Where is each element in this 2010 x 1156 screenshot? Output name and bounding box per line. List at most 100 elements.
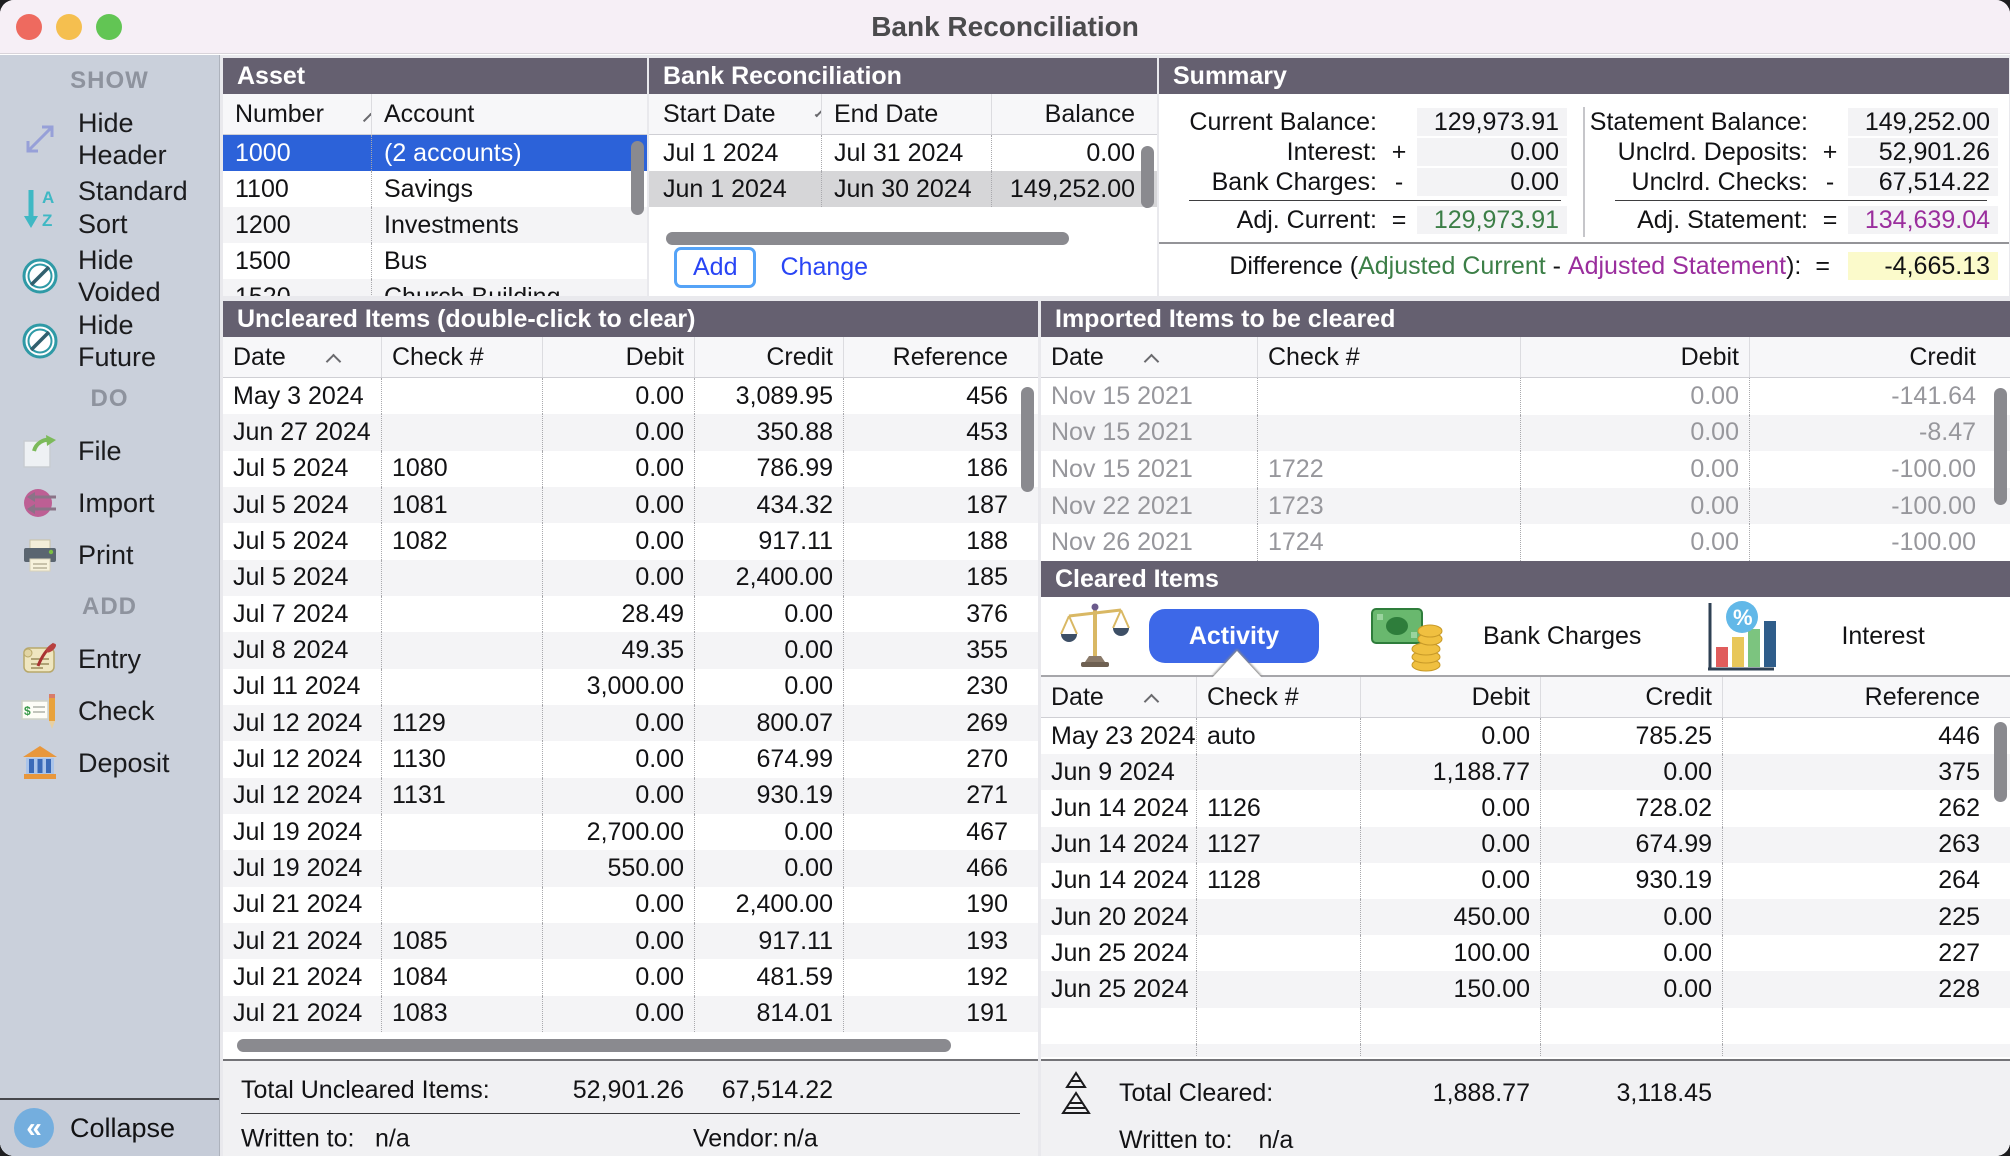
cleared-row[interactable]: Jun 9 20241,188.770.00375 bbox=[1041, 754, 2010, 790]
column-header-credit[interactable]: Credit bbox=[694, 337, 843, 377]
cleared-scrollbar-thumb[interactable] bbox=[1994, 722, 2007, 802]
uncleared-row[interactable]: Jul 21 20240.002,400.00190 bbox=[223, 887, 1038, 923]
sidebar-item-hide-header[interactable]: Hide Header bbox=[0, 107, 219, 172]
column-header-check[interactable]: Check # bbox=[381, 337, 542, 377]
cell: -100.00 bbox=[1749, 524, 2010, 561]
uncleared-row[interactable]: Jul 12 202411300.00674.99270 bbox=[223, 741, 1038, 777]
cell: Jun 27 2024 bbox=[223, 414, 381, 450]
uncleared-row[interactable]: Jul 8 202449.350.00355 bbox=[223, 632, 1038, 668]
sidebar-item-check[interactable]: $ Check bbox=[0, 685, 219, 737]
tab-bank-charges[interactable]: Bank Charges bbox=[1483, 622, 1641, 651]
clear-all-icon[interactable] bbox=[1059, 1071, 1093, 1122]
uncleared-row[interactable]: Jul 7 202428.490.00376 bbox=[223, 596, 1038, 632]
column-header-credit[interactable]: Credit bbox=[1540, 677, 1722, 717]
imported-row[interactable]: Nov 22 202117230.00-100.00 bbox=[1041, 488, 2010, 525]
uncleared-row[interactable]: May 3 20240.003,089.95456 bbox=[223, 378, 1038, 414]
sidebar-item-standard-sort[interactable]: AZ Standard Sort bbox=[0, 172, 219, 244]
minimize-button[interactable] bbox=[56, 14, 82, 40]
cleared-row[interactable]: Jun 14 202411270.00674.99263 bbox=[1041, 827, 2010, 863]
asset-row[interactable]: 1500Bus bbox=[223, 243, 647, 279]
zoom-button[interactable] bbox=[96, 14, 122, 40]
uncleared-row[interactable]: Jul 12 202411290.00800.07269 bbox=[223, 705, 1038, 741]
sidebar-item-hide-voided[interactable]: Hide Voided bbox=[0, 244, 219, 309]
asset-scrollbar-thumb[interactable] bbox=[631, 141, 644, 215]
column-header-date[interactable]: Date bbox=[223, 337, 381, 377]
cleared-table: May 23 2024auto0.00785.25446Jun 9 20241,… bbox=[1041, 718, 2010, 1057]
column-header-end-date[interactable]: End Date bbox=[821, 94, 991, 134]
imported-scrollbar-thumb[interactable] bbox=[1994, 388, 2007, 505]
uncleared-row[interactable]: Jul 5 202410820.00917.11188 bbox=[223, 523, 1038, 559]
cleared-row[interactable]: Jun 20 2024450.000.00225 bbox=[1041, 899, 2010, 935]
asset-row[interactable]: 1100Savings bbox=[223, 171, 647, 207]
column-header-credit[interactable]: Credit bbox=[1749, 337, 2010, 377]
asset-row[interactable]: 1200Investments bbox=[223, 207, 647, 243]
reconciliation-row[interactable]: Jun 1 2024Jun 30 2024149,252.00 bbox=[649, 171, 1157, 207]
imported-panel-title: Imported Items to be cleared bbox=[1041, 301, 2010, 337]
cell: 263 bbox=[1722, 827, 2010, 863]
cell: Jul 21 2024 bbox=[223, 887, 381, 923]
cell: 100.00 bbox=[1360, 935, 1540, 971]
sidebar-item-entry[interactable]: Entry bbox=[0, 633, 219, 685]
sidebar-item-hide-future[interactable]: Hide Future bbox=[0, 309, 219, 374]
uncleared-row[interactable]: Jun 27 20240.00350.88453 bbox=[223, 414, 1038, 450]
cell bbox=[1196, 935, 1360, 971]
change-button[interactable]: Change bbox=[780, 253, 868, 282]
collapse-button[interactable]: « Collapse bbox=[0, 1098, 219, 1156]
cell bbox=[381, 850, 542, 886]
imported-row[interactable]: Nov 15 20210.00-8.47 bbox=[1041, 415, 2010, 452]
sidebar-item-import[interactable]: Import bbox=[0, 477, 219, 529]
column-header-start-date[interactable]: Start Date bbox=[649, 94, 821, 134]
close-button[interactable] bbox=[16, 14, 42, 40]
uncleared-hscrollbar-thumb[interactable] bbox=[237, 1039, 951, 1052]
cell bbox=[1196, 1044, 1360, 1057]
column-header-reference[interactable]: Reference bbox=[1722, 677, 2010, 717]
sidebar-item-print[interactable]: Print bbox=[0, 529, 219, 581]
uncleared-row[interactable]: Jul 5 202410800.00786.99186 bbox=[223, 451, 1038, 487]
uncleared-row[interactable]: Jul 5 20240.002,400.00185 bbox=[223, 560, 1038, 596]
uncleared-scrollbar-thumb[interactable] bbox=[1021, 387, 1034, 492]
imported-row[interactable]: Nov 15 20210.00-141.64 bbox=[1041, 378, 2010, 415]
cleared-row[interactable]: Jun 25 2024150.000.00228 bbox=[1041, 971, 2010, 1007]
cleared-row[interactable]: Jun 25 2024100.000.00227 bbox=[1041, 935, 2010, 971]
cleared-row[interactable]: May 23 2024auto0.00785.25446 bbox=[1041, 718, 2010, 754]
cell: Jul 7 2024 bbox=[223, 596, 381, 632]
uncleared-row[interactable]: Jul 11 20243,000.000.00230 bbox=[223, 669, 1038, 705]
cell bbox=[1257, 415, 1520, 452]
cell: 456 bbox=[843, 378, 1038, 414]
column-header-check[interactable]: Check # bbox=[1257, 337, 1520, 377]
imported-row[interactable]: Nov 26 202117240.00-100.00 bbox=[1041, 524, 2010, 561]
column-header-debit[interactable]: Debit bbox=[1360, 677, 1540, 717]
uncleared-row[interactable]: Jul 5 202410810.00434.32187 bbox=[223, 487, 1038, 523]
reconciliation-row[interactable]: Jul 1 2024Jul 31 20240.00 bbox=[649, 135, 1157, 171]
column-header-date[interactable]: Date bbox=[1041, 677, 1196, 717]
uncleared-row[interactable]: Jul 21 202410840.00481.59192 bbox=[223, 959, 1038, 995]
add-button[interactable]: Add bbox=[674, 247, 756, 288]
uncleared-row[interactable]: Jul 21 202410850.00917.11193 bbox=[223, 923, 1038, 959]
uncleared-row[interactable]: Jul 12 202411310.00930.19271 bbox=[223, 778, 1038, 814]
cleared-row[interactable]: Jun 14 202411280.00930.19264 bbox=[1041, 863, 2010, 899]
tab-interest[interactable]: Interest bbox=[1841, 622, 1924, 651]
column-header-account[interactable]: Account bbox=[371, 94, 647, 134]
column-header-balance[interactable]: Balance bbox=[991, 94, 1157, 134]
uncleared-row[interactable]: Jul 19 2024550.000.00466 bbox=[223, 850, 1038, 886]
column-header-number[interactable]: Number bbox=[223, 94, 371, 134]
sidebar-item-deposit[interactable]: Deposit bbox=[0, 737, 219, 789]
asset-row[interactable]: 1520Church Building bbox=[223, 279, 647, 296]
column-header-date[interactable]: Date bbox=[1041, 337, 1257, 377]
cell: 446 bbox=[1722, 718, 2010, 754]
asset-row[interactable]: 1000(2 accounts) bbox=[223, 135, 647, 171]
column-header-reference[interactable]: Reference bbox=[843, 337, 1038, 377]
summary-current-column: Current Balance:129,973.91 Interest:+0.0… bbox=[1159, 107, 1583, 237]
column-header-debit[interactable]: Debit bbox=[542, 337, 694, 377]
uncleared-row[interactable]: Jul 21 202410830.00814.01191 bbox=[223, 996, 1038, 1032]
cell: 191 bbox=[843, 996, 1038, 1032]
recon-scrollbar-thumb[interactable] bbox=[1141, 146, 1154, 208]
column-header-check[interactable]: Check # bbox=[1196, 677, 1360, 717]
imported-row[interactable]: Nov 15 202117220.00-100.00 bbox=[1041, 451, 2010, 488]
cell: 2,400.00 bbox=[694, 560, 843, 596]
cleared-row[interactable]: Jun 14 202411260.00728.02262 bbox=[1041, 790, 2010, 826]
sidebar-item-file[interactable]: File bbox=[0, 425, 219, 477]
column-header-debit[interactable]: Debit bbox=[1520, 337, 1749, 377]
uncleared-row[interactable]: Jul 19 20242,700.000.00467 bbox=[223, 814, 1038, 850]
cell: 1080 bbox=[381, 451, 542, 487]
